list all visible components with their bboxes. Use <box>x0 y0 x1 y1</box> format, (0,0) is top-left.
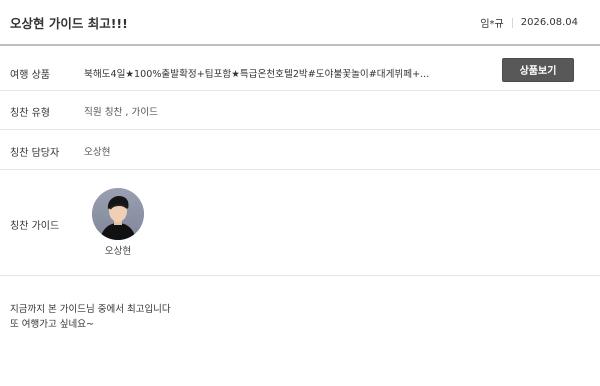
comment-line-2: 또 여행가고 싶네요~ <box>10 319 94 330</box>
review-meta: 임*규 2026.08.04 <box>480 15 578 30</box>
praise-guide-label: 칭찬 가이드 <box>10 221 60 232</box>
review-comment: 지금까지 본 가이드님 중에서 최고입니다 또 여행가고 싶네요~ <box>10 302 590 332</box>
product-label: 여행 상품 <box>10 70 50 81</box>
view-product-button[interactable]: 상품보기 <box>502 58 574 82</box>
review-date: 2026.08.04 <box>520 17 578 28</box>
review-header: 오상현 가이드 최고!!! 임*규 2026.08.04 <box>0 0 600 46</box>
author-name: 임*규 <box>480 19 504 30</box>
praise-guide-row: 칭찬 가이드 오상현 <box>0 170 600 276</box>
praise-person-row: 칭찬 담당자 오상현 <box>0 130 600 170</box>
praise-person-value: 오상현 <box>84 147 111 158</box>
page-title: 오상현 가이드 최고!!! <box>10 16 128 31</box>
guide-name: 오상현 <box>104 246 132 257</box>
praise-type-row: 칭찬 유형 직원 칭찬 , 가이드 <box>0 91 600 130</box>
guide-card[interactable]: 오상현 <box>92 188 144 260</box>
praise-type-value: 직원 칭찬 , 가이드 <box>84 107 158 118</box>
product-value: 북해도4일★100%출발확정+팁포함★특급온천호텔2박#도야불꽃놀이#대게뷔페+… <box>84 69 430 80</box>
praise-person-label: 칭찬 담당자 <box>10 148 60 159</box>
guide-photo-icon <box>92 188 144 240</box>
meta-separator <box>511 17 513 28</box>
praise-type-label: 칭찬 유형 <box>10 108 50 119</box>
guide-avatar <box>92 188 144 240</box>
comment-line-1: 지금까지 본 가이드님 중에서 최고입니다 <box>10 304 171 315</box>
